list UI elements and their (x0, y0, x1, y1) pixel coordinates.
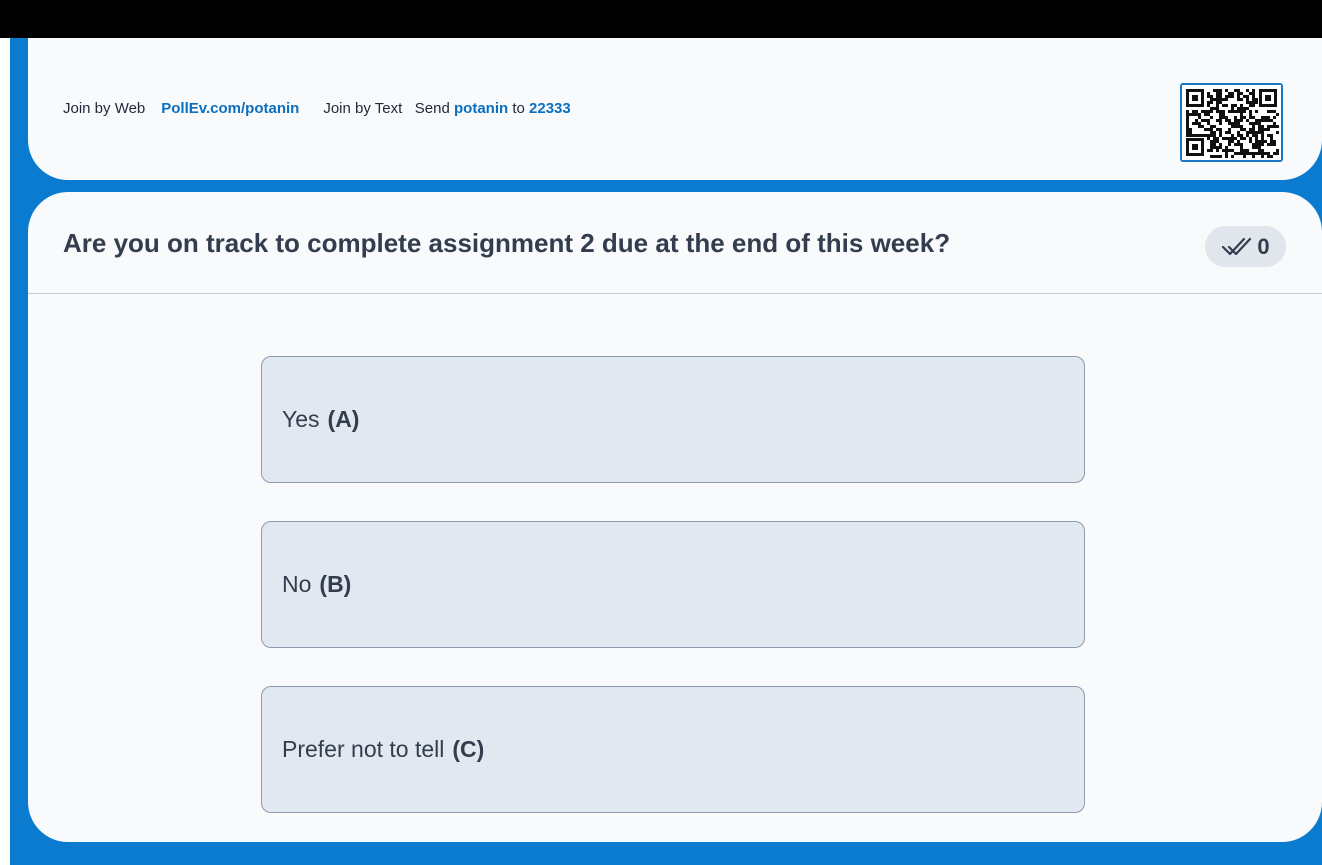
option-b[interactable]: No (B) (261, 521, 1085, 648)
option-key: (B) (319, 571, 352, 597)
join-web-url-link[interactable]: PollEv.com/potanin (161, 100, 299, 117)
divider (28, 293, 1322, 294)
top-black-bar (0, 0, 1322, 38)
option-key: (C) (452, 736, 485, 762)
response-count-badge: 0 (1205, 226, 1286, 267)
question-title: Are you on track to complete assignment … (63, 228, 951, 258)
option-a[interactable]: Yes (A) (261, 356, 1085, 483)
option-c[interactable]: Prefer not to tell (C) (261, 686, 1085, 813)
option-text: Prefer not to tell (282, 736, 445, 762)
option-text: Yes (282, 406, 320, 432)
sms-number: 22333 (529, 100, 571, 117)
qr-code-icon[interactable] (1180, 83, 1283, 162)
join-text-label: Join by Text (323, 100, 403, 117)
join-instructions: Join by Web PollEv.com/potanin Join by Tex… (63, 100, 571, 117)
keyword: potanin (454, 100, 509, 117)
double-check-icon (1222, 237, 1252, 255)
join-instructions-header: Join by Web PollEv.com/potanin Join by Tex… (28, 38, 1322, 180)
qr-code-graphic (1182, 85, 1281, 160)
option-key: (A) (327, 406, 360, 432)
send-word: Send (414, 100, 450, 117)
question-card: Are you on track to complete assignment … (28, 192, 1322, 842)
option-text: No (282, 571, 312, 597)
response-count: 0 (1257, 233, 1270, 259)
join-web-label: Join by Web (63, 100, 146, 117)
to-word: to (512, 100, 525, 117)
